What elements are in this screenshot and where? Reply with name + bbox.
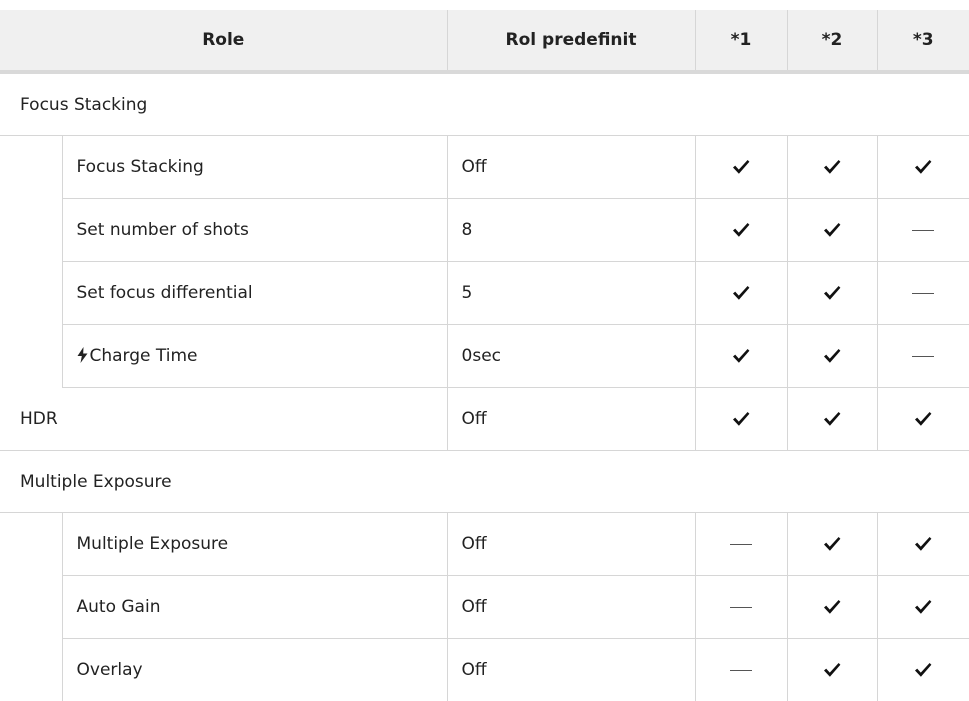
check-icon [823,662,841,678]
header-col2: *2 [787,10,877,72]
setting-name: HDR [0,388,447,451]
indent-cell [0,513,62,701]
check-icon [823,222,841,238]
default-value: 0sec [447,325,695,388]
header-col3: *3 [877,10,969,72]
mark-col2 [787,136,877,199]
check-icon [823,536,841,552]
table-row: Focus Stacking Off [0,136,969,199]
table-row: Set number of shots 8 [0,199,969,262]
mark-col2 [787,388,877,451]
check-icon [732,222,750,238]
mark-col3 [877,576,969,639]
table-header-row: Role Rol predefinit *1 *2 *3 [0,10,969,72]
default-value: 8 [447,199,695,262]
check-icon [823,599,841,615]
check-icon [823,159,841,175]
mark-col1 [695,513,787,576]
mark-col2 [787,576,877,639]
setting-name: Multiple Exposure [62,513,447,576]
check-icon [914,536,932,552]
default-value: Off [447,513,695,576]
mark-col3 [877,262,969,325]
table-row: HDR Off [0,388,969,451]
mark-col1 [695,388,787,451]
check-icon [914,159,932,175]
default-value: Off [447,388,695,451]
header-col1: *1 [695,10,787,72]
default-value: 5 [447,262,695,325]
table-row: Charge Time 0sec [0,325,969,388]
check-icon [914,599,932,615]
check-icon [914,662,932,678]
setting-name: Auto Gain [62,576,447,639]
indent-cell [0,136,62,388]
setting-name: Focus Stacking [62,136,447,199]
section-title: Focus Stacking [0,72,969,136]
check-icon [823,348,841,364]
mark-col3 [877,325,969,388]
table-row: Auto Gain Off [0,576,969,639]
check-icon [732,285,750,301]
flash-icon [77,347,88,363]
settings-table: Role Rol predefinit *1 *2 *3 Focus Stack… [0,10,969,701]
mark-col3 [877,199,969,262]
section-row-multiple-exposure: Multiple Exposure [0,451,969,513]
check-icon [732,159,750,175]
section-row-focus-stacking: Focus Stacking [0,72,969,136]
mark-col2 [787,262,877,325]
mark-col2 [787,513,877,576]
setting-name: Set number of shots [62,199,447,262]
header-role: Role [0,10,447,72]
dash-icon [730,607,752,608]
dash-icon [912,293,934,294]
mark-col2 [787,199,877,262]
default-value: Off [447,136,695,199]
default-value: Off [447,576,695,639]
mark-col2 [787,325,877,388]
check-icon [823,285,841,301]
mark-col1 [695,325,787,388]
setting-name-cell: Charge Time [62,325,447,388]
dash-icon [730,670,752,671]
mark-col1 [695,576,787,639]
check-icon [823,411,841,427]
mark-col3 [877,136,969,199]
dash-icon [730,544,752,545]
dash-icon [912,356,934,357]
check-icon [914,411,932,427]
check-icon [732,411,750,427]
table-row: Set focus differential 5 [0,262,969,325]
setting-name: Charge Time [90,346,198,366]
mark-col1 [695,262,787,325]
mark-col3 [877,388,969,451]
check-icon [732,348,750,364]
mark-col1 [695,136,787,199]
section-title: Multiple Exposure [0,451,969,513]
dash-icon [912,230,934,231]
mark-col3 [877,513,969,576]
header-default-role: Rol predefinit [447,10,695,72]
mark-col1 [695,199,787,262]
table-row: Multiple Exposure Off [0,513,969,576]
setting-name: Set focus differential [62,262,447,325]
